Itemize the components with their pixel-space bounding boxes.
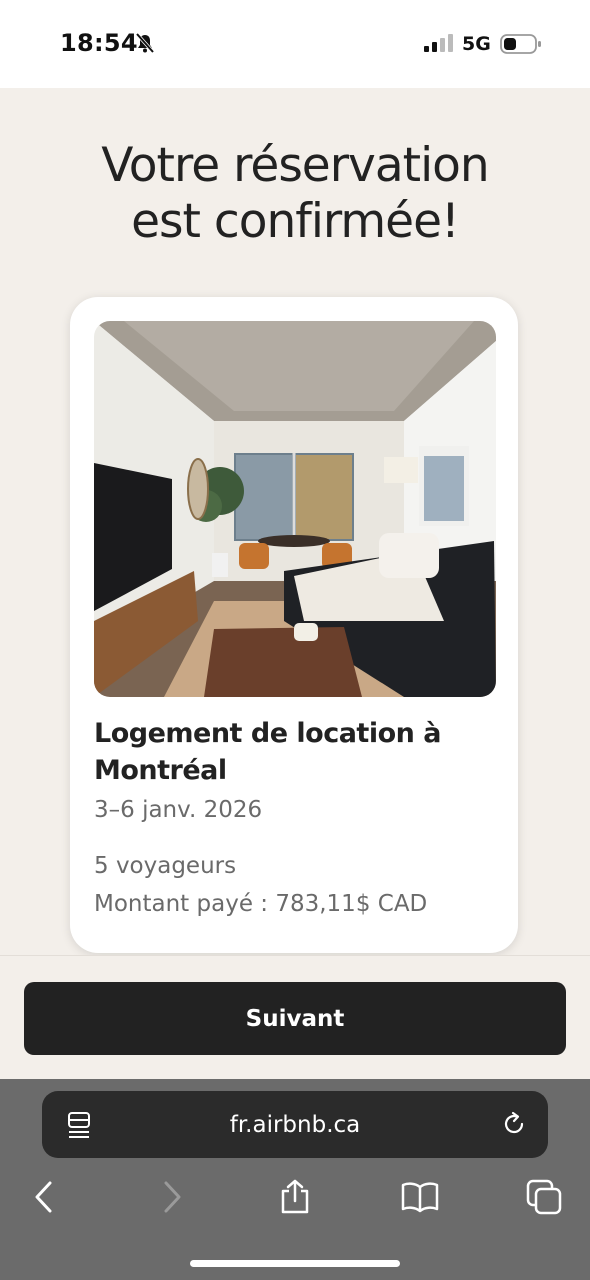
battery-icon xyxy=(500,34,541,54)
title-line-1: Votre réservation xyxy=(101,138,489,193)
browser-chrome: fr.airbnb.ca xyxy=(0,1079,590,1280)
bell-slash-icon xyxy=(135,32,155,54)
tabs-icon[interactable] xyxy=(526,1179,564,1215)
reload-icon[interactable] xyxy=(500,1110,528,1138)
footer-action-bar: Suivant xyxy=(0,955,590,1080)
page-title: Votre réservation est confirmée! xyxy=(0,138,590,250)
home-indicator xyxy=(190,1260,400,1267)
status-bar: 18:54 5G xyxy=(0,0,590,88)
network-label: 5G xyxy=(462,33,491,55)
status-time: 18:54 xyxy=(60,29,138,57)
signal-icon xyxy=(424,34,453,52)
back-icon[interactable] xyxy=(30,1179,58,1215)
title-line-2: est confirmée! xyxy=(131,194,460,249)
listing-card[interactable]: Logement de location à Montréal 3–6 janv… xyxy=(70,297,518,953)
living-room-photo xyxy=(94,321,496,697)
forward-icon[interactable] xyxy=(158,1179,186,1215)
listing-dates: 3–6 janv. 2026 xyxy=(94,797,263,823)
listing-title: Logement de location à Montréal xyxy=(94,718,442,786)
listing-guests: 5 voyageurs xyxy=(94,853,237,879)
share-icon[interactable] xyxy=(278,1179,312,1215)
listing-amount-paid: Montant payé : 783,11$ CAD xyxy=(94,891,428,917)
url-text: fr.airbnb.ca xyxy=(229,1111,361,1138)
address-bar[interactable]: fr.airbnb.ca xyxy=(42,1091,548,1158)
bookmarks-icon[interactable] xyxy=(400,1179,440,1215)
next-button[interactable]: Suivant xyxy=(24,982,566,1055)
